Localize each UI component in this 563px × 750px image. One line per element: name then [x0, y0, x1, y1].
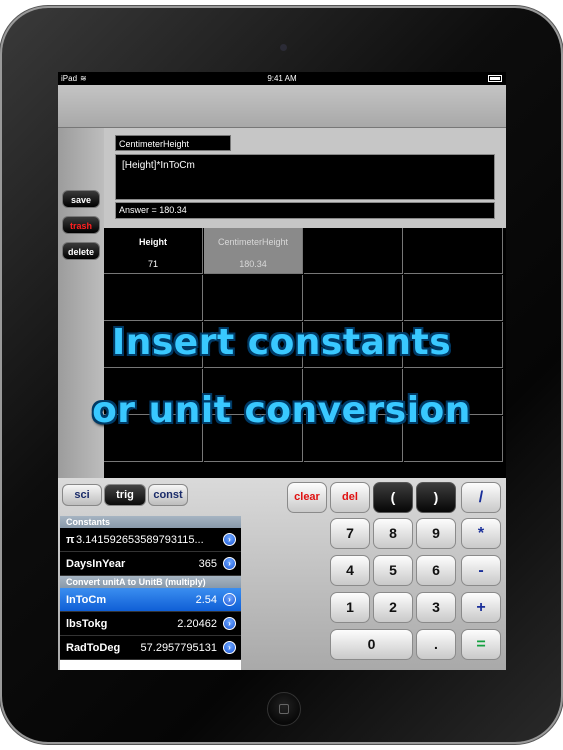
key-5[interactable]: 5	[373, 555, 413, 586]
grid-cell[interactable]	[404, 322, 503, 368]
grid-cell-height[interactable]: Height 71	[104, 228, 203, 274]
grid-cell[interactable]	[304, 275, 403, 321]
item-name: DaysInYear	[66, 558, 126, 570]
chevron-right-icon[interactable]: ›	[223, 557, 236, 570]
divide-key[interactable]: /	[461, 482, 501, 513]
chevron-right-icon[interactable]: ›	[223, 593, 236, 606]
constants-list: Constants π 3.141592653589793115... › Da…	[60, 516, 241, 670]
multiply-key[interactable]: *	[461, 518, 501, 549]
item-name: InToCm	[66, 594, 107, 606]
section-header-conversions: Convert unitA to UnitB (multiply)	[60, 576, 241, 588]
item-value: 2.54	[195, 594, 217, 606]
trash-button[interactable]: trash	[62, 216, 100, 234]
grid-cell[interactable]	[304, 228, 403, 274]
formula-editor: CentimeterHeight [Height]*InToCm Answer …	[104, 128, 506, 228]
grid-cell[interactable]	[404, 275, 503, 321]
grid-cell[interactable]	[204, 416, 303, 462]
grid-cell[interactable]	[204, 322, 303, 368]
key-0[interactable]: 0	[330, 629, 413, 660]
list-item-intocm[interactable]: InToCm 2.54 ›	[60, 588, 241, 612]
list-item-daysinyear[interactable]: DaysInYear 365 ›	[60, 552, 241, 576]
column-header: CentimeterHeight	[217, 237, 289, 247]
delete-button[interactable]: delete	[62, 242, 100, 260]
navigation-bar	[58, 85, 506, 128]
key-6[interactable]: 6	[416, 555, 456, 586]
save-button[interactable]: save	[62, 190, 100, 208]
decimal-key[interactable]: .	[416, 629, 456, 660]
app-screen: iPad ≋ 9:41 AM save trash delete Centime…	[58, 72, 506, 670]
side-toolbar: save trash delete	[58, 128, 104, 478]
open-paren-key[interactable]: (	[373, 482, 413, 513]
camera-icon	[280, 44, 287, 51]
battery-icon	[488, 75, 502, 82]
item-name: π	[66, 534, 75, 546]
formula-expression-field[interactable]: [Height]*InToCm	[115, 154, 495, 200]
grid-cell[interactable]	[304, 322, 403, 368]
equals-key[interactable]: =	[461, 629, 501, 660]
chevron-right-icon[interactable]: ›	[223, 617, 236, 630]
item-value: 57.2957795131	[140, 642, 217, 654]
list-item-pi[interactable]: π 3.141592653589793115... ›	[60, 528, 241, 552]
cell-value: 71	[147, 259, 158, 269]
grid-cell[interactable]	[104, 275, 203, 321]
grid-cell[interactable]	[104, 416, 203, 462]
list-item-lbstokg[interactable]: lbsTokg 2.20462 ›	[60, 612, 241, 636]
item-name: lbsTokg	[66, 618, 108, 630]
tab-trig[interactable]: trig	[104, 484, 146, 506]
item-value: 2.20462	[177, 618, 217, 630]
key-7[interactable]: 7	[330, 518, 370, 549]
clear-key[interactable]: clear	[287, 482, 327, 513]
spreadsheet-grid: Height 71 CentimeterHeight 180.34	[104, 228, 506, 478]
status-time: 9:41 AM	[267, 74, 297, 83]
formula-name-field[interactable]: CentimeterHeight	[115, 135, 231, 151]
tab-const[interactable]: const	[148, 484, 188, 506]
key-2[interactable]: 2	[373, 592, 413, 623]
minus-key[interactable]: -	[461, 555, 501, 586]
home-square-icon	[279, 704, 289, 714]
grid-cell[interactable]	[204, 369, 303, 415]
key-3[interactable]: 3	[416, 592, 456, 623]
grid-cell[interactable]	[104, 322, 203, 368]
input-panel: sci trig const Constants π 3.14159265358…	[58, 478, 506, 670]
grid-cell[interactable]	[404, 416, 503, 462]
item-name: RadToDeg	[66, 642, 121, 654]
close-paren-key[interactable]: )	[416, 482, 456, 513]
chevron-right-icon[interactable]: ›	[223, 533, 236, 546]
item-value: 3.141592653589793115...	[76, 534, 204, 546]
key-9[interactable]: 9	[416, 518, 456, 549]
plus-key[interactable]: +	[461, 592, 501, 623]
status-bar: iPad ≋ 9:41 AM	[58, 72, 506, 85]
grid-cell[interactable]	[304, 416, 403, 462]
key-8[interactable]: 8	[373, 518, 413, 549]
grid-cell[interactable]	[204, 275, 303, 321]
column-header: Height	[139, 237, 167, 247]
cell-value: 180.34	[239, 259, 267, 269]
section-header-constants: Constants	[60, 516, 241, 528]
home-button[interactable]	[267, 692, 301, 726]
answer-display: Answer = 180.34	[115, 202, 495, 219]
grid-cell-centimeterheight[interactable]: CentimeterHeight 180.34	[204, 228, 303, 274]
grid-cell[interactable]	[404, 369, 503, 415]
grid-cell[interactable]	[404, 228, 503, 274]
item-value: 365	[198, 558, 217, 570]
grid-cell[interactable]	[304, 369, 403, 415]
key-1[interactable]: 1	[330, 592, 370, 623]
chevron-right-icon[interactable]: ›	[223, 641, 236, 654]
delete-key[interactable]: del	[330, 482, 370, 513]
key-4[interactable]: 4	[330, 555, 370, 586]
list-item-radtodeg[interactable]: RadToDeg 57.2957795131 ›	[60, 636, 241, 660]
tab-sci[interactable]: sci	[62, 484, 102, 506]
grid-cell[interactable]	[104, 369, 203, 415]
